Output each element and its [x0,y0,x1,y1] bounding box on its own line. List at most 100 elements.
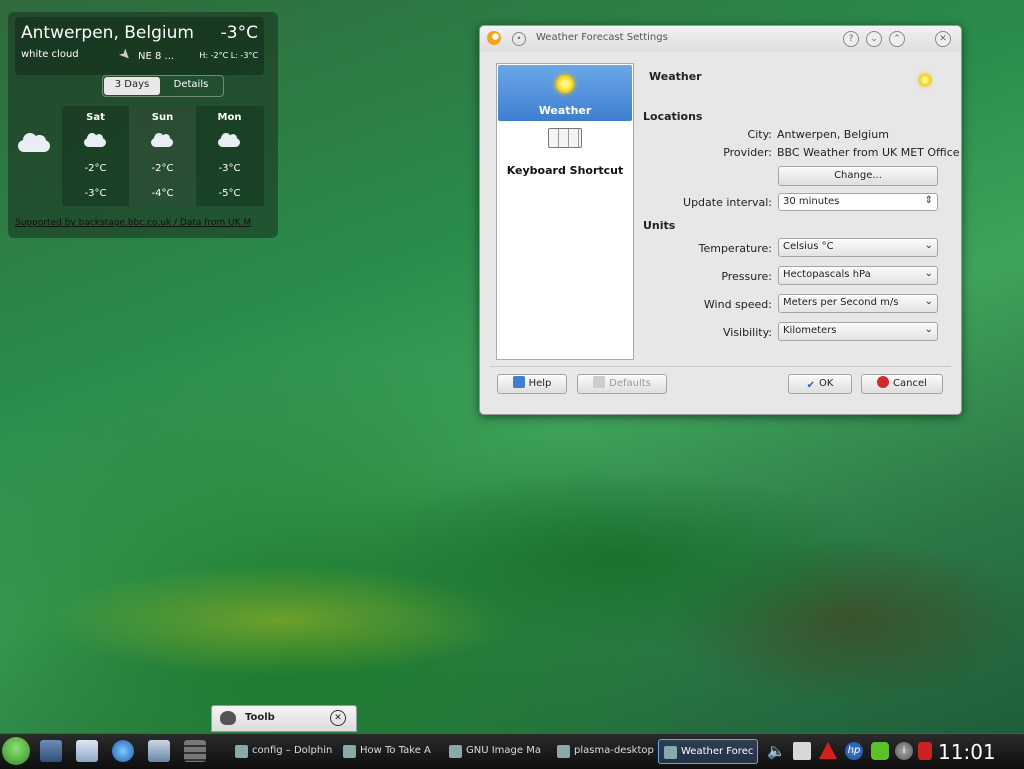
cancel-button-label: Cancel [893,378,927,389]
spin-arrows-icon[interactable]: ⇕ [925,195,933,206]
pane-title: Weather [649,70,702,83]
change-location-button[interactable]: Change... [778,166,938,186]
warning-icon[interactable] [819,742,837,759]
visibility-label: Visibility: [722,326,772,339]
task-gimp[interactable]: GNU Image Ma [444,739,548,764]
city-label: City: [747,128,772,141]
pressure-label: Pressure: [721,270,772,283]
task-plasma-desktop[interactable]: plasma-desktop [552,739,654,764]
help-button[interactable]: Help [497,374,567,394]
visibility-combo-value: Kilometers [783,325,837,336]
help-button-label: Help [528,378,552,389]
checkmark-icon: ✔ [806,380,815,391]
system-settings-icon[interactable] [148,740,170,762]
pressure-combo-value: Hectopascals hPa [783,269,871,280]
close-icon[interactable]: ✕ [330,710,346,726]
hp-icon[interactable]: hp [845,742,863,760]
file-manager-icon[interactable] [76,740,98,762]
visibility-combo[interactable]: Kilometers ⌄ [778,322,938,341]
minimize-button[interactable]: ⌄ [866,31,882,47]
ok-button-label: OK [818,378,834,389]
sun-icon [919,74,931,86]
forecast-day: Sat -2°C -3°C [62,106,129,206]
chevron-down-icon: ⌄ [924,324,933,335]
chevron-down-icon: ⌄ [924,268,933,279]
close-button[interactable]: ✕ [935,31,951,47]
temperature-combo-value: Celsius °C [783,241,834,252]
provider-label: Provider: [723,146,772,159]
pager-icon[interactable] [184,740,206,762]
task-dolphin[interactable]: config – Dolphin [230,739,334,764]
desktop-icon[interactable] [40,740,62,762]
sun-icon [556,75,574,93]
forecast-day-name: Sun [151,112,174,123]
update-interval-spinbox[interactable]: 30 minutes ⇕ [778,193,938,211]
page-weather-label: Weather [538,104,592,117]
provider-value: BBC Weather from UK MET Office [777,146,960,159]
wind-speed-combo-value: Meters per Second m/s [783,297,899,308]
update-interval-label: Update interval: [683,196,772,209]
forecast-high: -2°C [151,163,174,174]
forecast-high: -3°C [218,163,241,174]
snow-cloud-icon [151,133,175,148]
temperature-label: Temperature: [698,242,772,255]
weather-temperature: -3°C [220,23,258,43]
cloud-icon [16,133,52,154]
update-notifier-icon[interactable] [871,742,889,760]
dialog-titlebar[interactable]: • Weather Forecast Settings ? ⌄ ⌃ ✕ [480,26,961,52]
units-heading: Units [643,219,676,232]
defaults-button-label: Defaults [609,378,651,389]
tab-details[interactable]: Details [161,76,221,96]
weather-high-low: H: -2°C L: -3°C [199,51,258,60]
volume-icon[interactable]: 🔈 [767,742,786,760]
weather-tabs: 3 Days Details [102,75,224,97]
forecast-day: Sun -2°C -4°C [129,106,196,206]
pressure-combo[interactable]: Hectopascals hPa ⌄ [778,266,938,285]
chevron-down-icon: ⌄ [924,240,933,251]
forecast-table: Sat -2°C -3°C Sun -2°C -4°C Mon -3°C -5°… [62,106,264,206]
locations-heading: Locations [643,110,703,123]
forecast-day-name: Mon [217,112,242,123]
city-value: Antwerpen, Belgium [777,128,889,141]
task-weather-forecast[interactable]: Weather Forec [658,739,758,764]
page-keyboard-shortcut[interactable]: Keyboard Shortcut [498,124,632,180]
weather-settings-dialog: • Weather Forecast Settings ? ⌄ ⌃ ✕ Weat… [479,25,962,415]
gimp-toolbox-window[interactable]: Toolb ✕ [211,705,357,732]
wind-speed-combo[interactable]: Meters per Second m/s ⌄ [778,294,938,313]
defaults-button[interactable]: Defaults [577,374,667,394]
forecast-low: -5°C [218,188,241,199]
weather-credit-link[interactable]: Supported by backstage.bbc.co.uk / Data … [15,218,270,228]
page-weather[interactable]: Weather [498,65,632,121]
application-launcher-icon[interactable] [2,737,30,765]
power-icon[interactable] [918,742,932,760]
forecast-low: -4°C [151,188,174,199]
button-separator [490,366,951,367]
defaults-icon [593,376,606,388]
settings-page-list: Weather Keyboard Shortcut [496,63,634,360]
tab-3-days[interactable]: 3 Days [104,77,160,95]
weather-condition: white cloud [21,49,79,60]
wind-speed-label: Wind speed: [703,298,772,311]
info-icon[interactable]: i [895,742,913,760]
clock[interactable]: 11:01 [938,740,996,764]
toolbox-title: Toolb [245,712,275,723]
forecast-high: -2°C [84,163,107,174]
gimp-icon [220,711,236,725]
forecast-low: -3°C [84,188,107,199]
cancel-icon [877,376,890,388]
weather-city: Antwerpen, Belgium [21,23,194,43]
weather-current: Antwerpen, Belgium -3°C white cloud ➤ NE… [15,17,264,75]
browser-icon[interactable] [112,740,134,762]
window-menu-icon[interactable]: • [512,32,526,46]
help-titlebar-button[interactable]: ? [843,31,859,47]
cancel-button[interactable]: Cancel [861,374,943,394]
forecast-day-name: Sat [86,112,105,123]
dialog-title: Weather Forecast Settings [536,32,668,43]
ok-button[interactable]: ✔ OK [788,374,852,394]
wind-direction-icon: ➤ [115,45,135,65]
task-firefox[interactable]: How To Take A [338,739,438,764]
temperature-combo[interactable]: Celsius °C ⌄ [778,238,938,257]
clipboard-icon[interactable] [793,742,811,760]
maximize-button[interactable]: ⌃ [889,31,905,47]
page-keyboard-shortcut-label: Keyboard Shortcut [506,164,624,177]
